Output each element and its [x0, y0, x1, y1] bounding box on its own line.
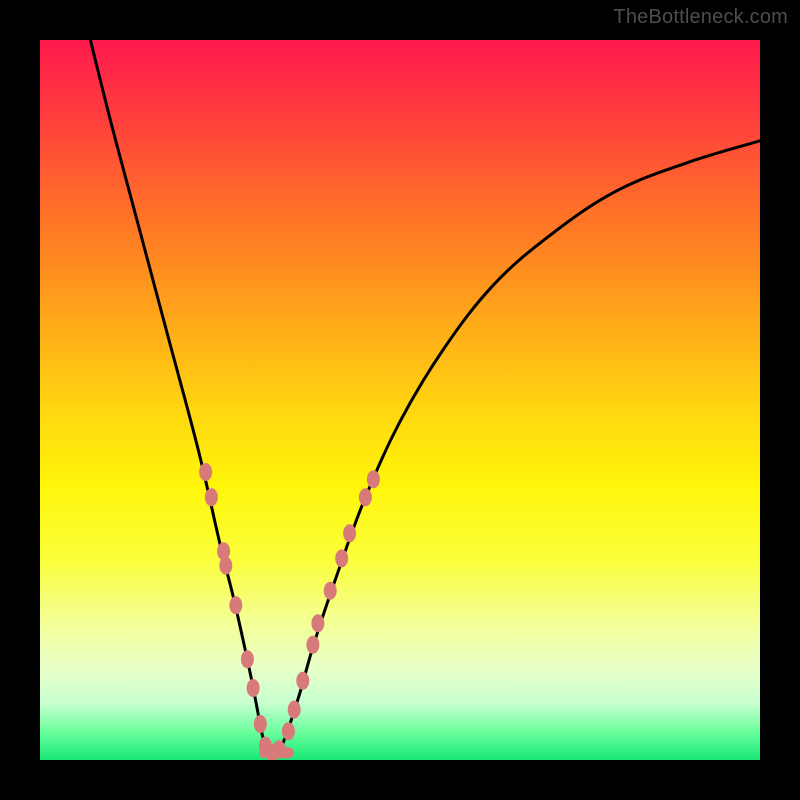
highlight-dot	[306, 636, 319, 654]
bottleneck-curve	[90, 40, 760, 755]
highlight-dot	[219, 557, 232, 575]
highlight-dot	[273, 740, 286, 758]
highlight-dot	[359, 488, 372, 506]
highlight-dot	[296, 672, 309, 690]
highlight-dot	[282, 722, 295, 740]
highlight-dot	[241, 650, 254, 668]
highlight-dot	[199, 463, 212, 481]
highlight-dot	[229, 596, 242, 614]
highlight-dot	[324, 582, 337, 600]
highlight-dot	[367, 470, 380, 488]
chart-frame: TheBottleneck.com	[0, 0, 800, 800]
watermark-text: TheBottleneck.com	[613, 6, 788, 29]
highlight-dots	[199, 463, 380, 760]
curve-svg	[40, 40, 760, 760]
highlight-dot	[343, 524, 356, 542]
highlight-dot	[254, 715, 267, 733]
highlight-dot	[288, 701, 301, 719]
highlight-dot	[335, 549, 348, 567]
highlight-dot	[247, 679, 260, 697]
highlight-dot	[311, 614, 324, 632]
highlight-dot	[205, 488, 218, 506]
plot-area	[40, 40, 760, 760]
